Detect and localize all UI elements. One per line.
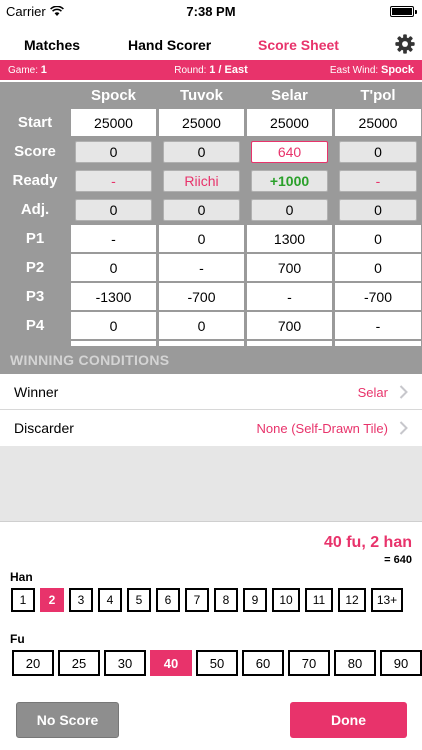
p3-cell: -1300 [71, 283, 156, 310]
p2-cell: - [159, 254, 244, 281]
player-header-spock: Spock [90, 86, 136, 104]
adj-cell[interactable]: 0 [339, 199, 417, 221]
p1-cell: - [71, 225, 156, 252]
tab-hand-scorer[interactable]: Hand Scorer [128, 37, 211, 53]
score-cell[interactable]: 0 [163, 141, 240, 163]
row-label-score: Score [14, 143, 56, 160]
fu-option-80[interactable]: 80 [334, 650, 376, 676]
start-cell: 25000 [335, 109, 421, 136]
han-option-11[interactable]: 11 [305, 588, 333, 612]
points-summary: = 640 [384, 554, 412, 566]
p3-cell: -700 [159, 283, 244, 310]
ready-cell[interactable]: Riichi [163, 170, 240, 192]
han-option-2[interactable]: 2 [40, 588, 64, 612]
status-time: 7:38 PM [186, 4, 236, 19]
ready-cell[interactable]: - [75, 170, 152, 192]
player-header-tpol: T'pol [360, 86, 396, 104]
han-option-8[interactable]: 8 [214, 588, 238, 612]
fu-option-25[interactable]: 25 [58, 650, 100, 676]
ready-cell[interactable]: +1000 [251, 170, 328, 192]
row-label-start: Start [17, 114, 53, 131]
han-option-4[interactable]: 4 [98, 588, 122, 612]
tab-score-sheet[interactable]: Score Sheet [258, 37, 339, 53]
han-option-12[interactable]: 12 [338, 588, 366, 612]
fu-label: Fu [10, 632, 25, 646]
start-cell: 25000 [71, 109, 156, 136]
han-option-10[interactable]: 10 [272, 588, 300, 612]
fu-option-30[interactable]: 30 [104, 650, 146, 676]
discarder-row[interactable]: Discarder None (Self-Drawn Tile) [0, 410, 422, 446]
winner-label: Winner [14, 384, 59, 400]
row-label-p3: P3 [25, 288, 45, 305]
ready-cell[interactable]: - [339, 170, 417, 192]
score-cell[interactable]: 0 [339, 141, 417, 163]
han-option-5[interactable]: 5 [127, 588, 151, 612]
game-info-bar: Game: 1 Round: 1 / East East Wind: Spock [0, 60, 422, 80]
east-wind-info: East Wind: Spock [329, 64, 414, 76]
winner-row[interactable]: Winner Selar [0, 374, 422, 410]
row-label-adj: Adj. [20, 201, 50, 218]
battery-icon [390, 6, 417, 17]
player-header-tuvok: Tuvok [179, 86, 224, 104]
start-cell: 25000 [247, 109, 332, 136]
p1-cell: 0 [335, 225, 421, 252]
fu-option-40[interactable]: 40 [150, 650, 192, 676]
chevron-right-icon [399, 421, 408, 435]
score-table: Spock Tuvok Selar T'pol Start 25000 25000 25000… [0, 82, 422, 368]
p4-cell: - [335, 312, 421, 339]
fu-option-60[interactable]: 60 [242, 650, 284, 676]
score-cell[interactable]: 0 [75, 141, 152, 163]
p2-cell: 0 [71, 254, 156, 281]
chevron-right-icon [399, 385, 408, 399]
han-option-9[interactable]: 9 [243, 588, 267, 612]
han-option-7[interactable]: 7 [185, 588, 209, 612]
p4-cell: 700 [247, 312, 332, 339]
row-label-ready: Ready [12, 172, 58, 189]
hand-result: 40 fu, 2 han = 640 [324, 534, 412, 566]
han-label: Han [10, 570, 33, 584]
adj-cell[interactable]: 0 [75, 199, 152, 221]
p1-cell: 0 [159, 225, 244, 252]
fu-han-summary: 40 fu, 2 han [323, 534, 412, 551]
discarder-label: Discarder [14, 420, 74, 436]
p3-cell: - [247, 283, 332, 310]
han-option-3[interactable]: 3 [69, 588, 93, 612]
score-cell[interactable]: 640 [251, 141, 328, 163]
p2-cell: 0 [335, 254, 421, 281]
han-option-6[interactable]: 6 [156, 588, 180, 612]
fu-option-20[interactable]: 20 [12, 650, 54, 676]
discarder-value: None (Self-Drawn Tile) [256, 421, 389, 436]
p2-cell: 700 [247, 254, 332, 281]
tab-matches[interactable]: Matches [24, 37, 80, 53]
fu-selector: 20 25 30 40 50 60 70 80 90 [12, 650, 422, 676]
row-label-p4: P4 [25, 317, 45, 334]
player-header-selar: Selar [271, 86, 308, 104]
done-button[interactable]: Done [290, 702, 407, 738]
status-bar: Carrier 7:38 PM [0, 0, 422, 22]
start-cell: 25000 [159, 109, 244, 136]
winner-value: Selar [357, 385, 388, 400]
han-option-1[interactable]: 1 [11, 588, 35, 612]
han-selector: 1 2 3 4 5 6 7 8 9 10 11 12 13+ [11, 588, 403, 612]
fu-option-90[interactable]: 90 [380, 650, 422, 676]
han-option-13plus[interactable]: 13+ [371, 588, 403, 612]
fu-option-70[interactable]: 70 [288, 650, 330, 676]
fu-option-50[interactable]: 50 [196, 650, 238, 676]
no-score-button[interactable]: No Score [16, 702, 119, 738]
p4-cell: 0 [71, 312, 156, 339]
adj-cell[interactable]: 0 [163, 199, 240, 221]
top-nav: Matches Hand Scorer Score Sheet [0, 30, 422, 60]
p4-cell: 0 [159, 312, 244, 339]
p3-cell: -700 [335, 283, 421, 310]
row-label-p2: P2 [25, 259, 45, 276]
winning-conditions-header: WINNING CONDITIONS [0, 346, 422, 374]
empty-gray-area [0, 446, 422, 522]
row-label-p1: P1 [25, 230, 45, 247]
gear-icon[interactable] [394, 33, 416, 55]
adj-cell[interactable]: 0 [251, 199, 328, 221]
p1-cell: 1300 [247, 225, 332, 252]
